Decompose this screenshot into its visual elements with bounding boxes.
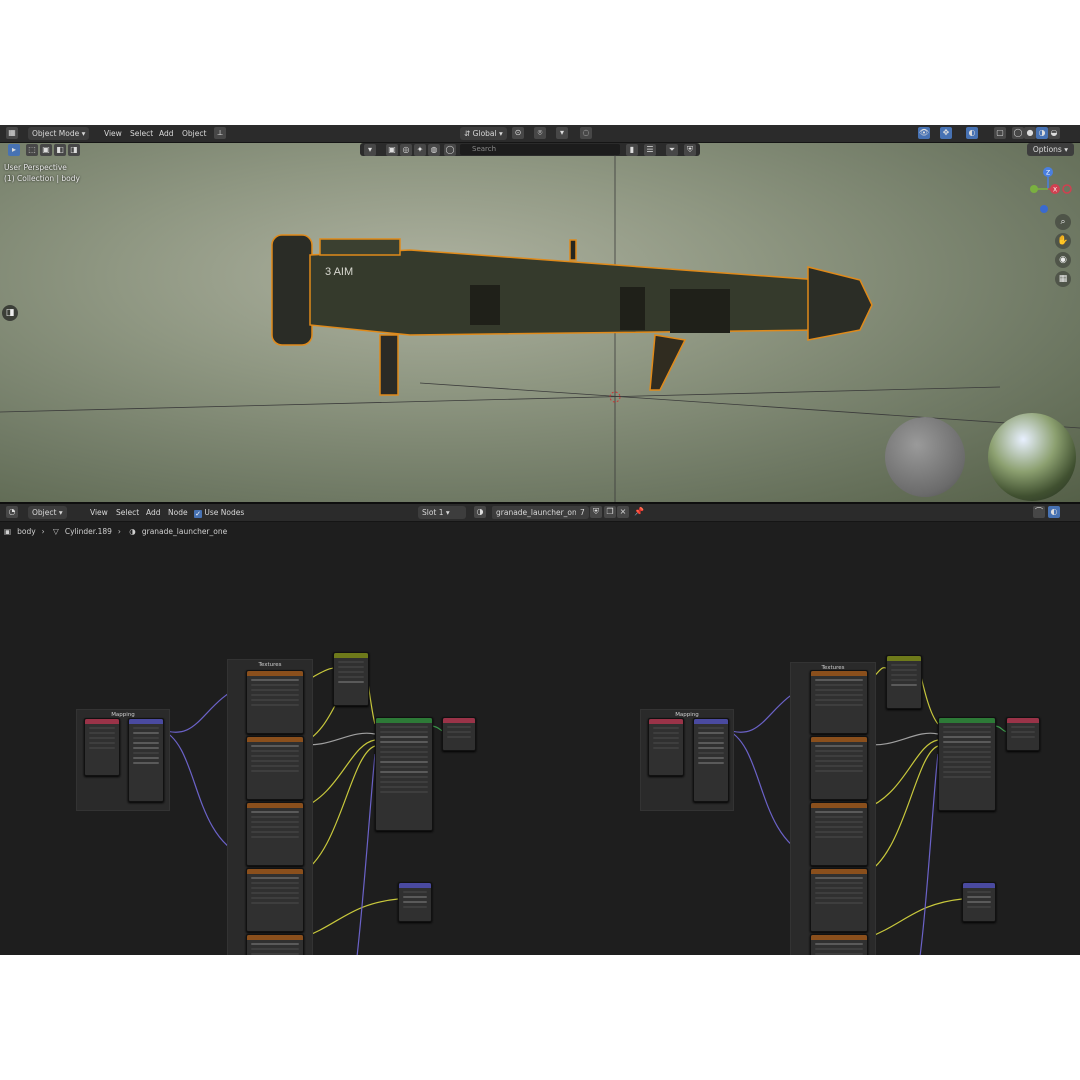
- material-output-node[interactable]: [1006, 717, 1040, 751]
- image-texture-node[interactable]: [246, 934, 304, 955]
- image-texture-node[interactable]: [810, 802, 868, 866]
- shader-node-editor[interactable]: ◔ Object ▾ View Select Add Node ✓ Use No…: [0, 504, 1080, 955]
- frame-label: Textures: [258, 662, 282, 668]
- image-texture-node[interactable]: [246, 736, 304, 800]
- separate-color-node[interactable]: [333, 652, 369, 706]
- image-texture-node[interactable]: [810, 934, 868, 955]
- image-texture-node[interactable]: [810, 670, 868, 734]
- texture-coordinate-node[interactable]: [84, 718, 120, 776]
- image-texture-node[interactable]: [810, 868, 868, 932]
- principled-bsdf-node[interactable]: [938, 717, 996, 811]
- grenade-launcher-model[interactable]: 3 AIM: [260, 225, 890, 405]
- image-texture-node[interactable]: [246, 670, 304, 734]
- mapping-node[interactable]: [693, 718, 729, 802]
- mapping-node[interactable]: [128, 718, 164, 802]
- material-output-node[interactable]: [442, 717, 476, 751]
- matcap-sphere: [885, 417, 965, 497]
- 3d-viewport[interactable]: ▦ Object Mode ▾ View Select Add Object ⟂…: [0, 125, 1080, 502]
- launcher-decal-text: 3 AIM: [325, 266, 353, 278]
- hdri-sphere: [988, 413, 1076, 501]
- principled-bsdf-node[interactable]: [375, 717, 433, 831]
- separate-color-node[interactable]: [886, 655, 922, 709]
- image-texture-node[interactable]: [810, 736, 868, 800]
- blender-window: ▦ Object Mode ▾ View Select Add Object ⟂…: [0, 125, 1080, 955]
- image-texture-node[interactable]: [246, 802, 304, 866]
- image-texture-node[interactable]: [246, 868, 304, 932]
- texture-coordinate-node[interactable]: [648, 718, 684, 776]
- displacement-node[interactable]: [962, 882, 996, 922]
- displacement-node[interactable]: [398, 882, 432, 922]
